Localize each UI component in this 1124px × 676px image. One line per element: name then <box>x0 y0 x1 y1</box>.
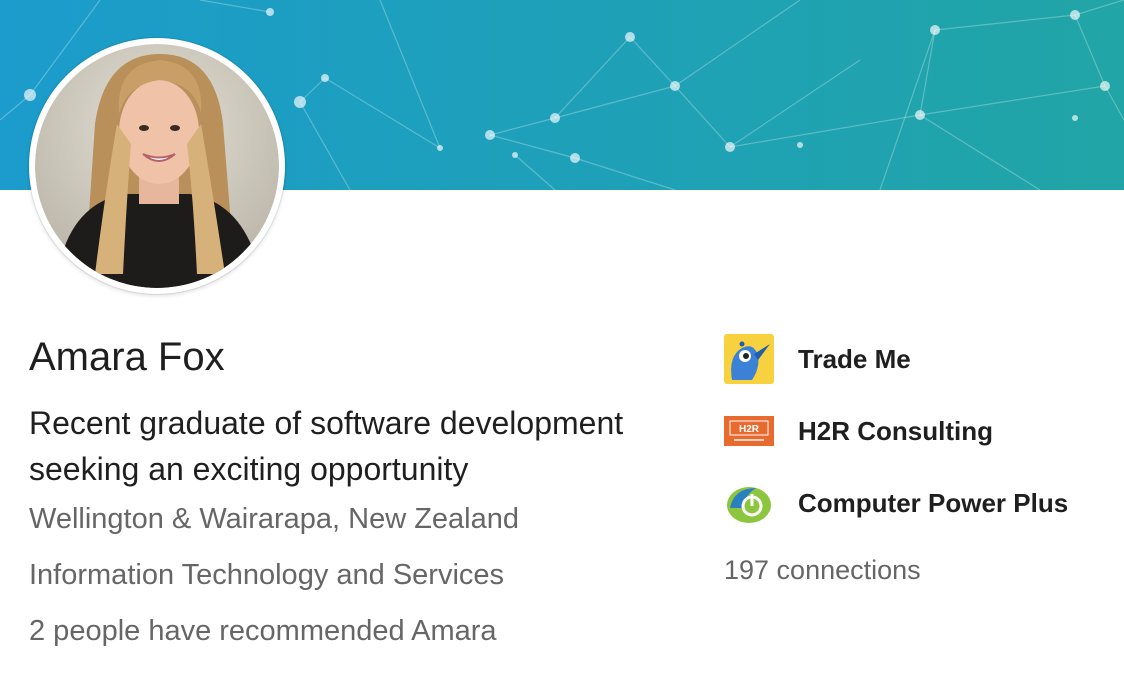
h2r-consulting-logo: H2R <box>724 416 774 446</box>
computer-power-plus-logo <box>727 487 771 523</box>
company-label: Computer Power Plus <box>798 487 1069 518</box>
avatar <box>35 44 279 288</box>
profile-location: Wellington & Wairarapa, New Zealand <box>29 503 520 535</box>
profile-headline: Recent graduate of software development … <box>29 405 624 487</box>
company-label: Trade Me <box>798 343 911 374</box>
company-label: H2R Consulting <box>798 415 993 446</box>
company-computer-power-plus[interactable]: Computer Power Plus <box>724 478 1068 528</box>
company-h2r-consulting[interactable]: H2R H2R Consulting <box>724 406 993 456</box>
profile-photo[interactable] <box>29 38 285 294</box>
trade-me-kiwi-logo <box>724 334 774 384</box>
profile-industry: Information Technology and Services <box>29 559 505 591</box>
profile-name: Amara Fox <box>29 335 225 379</box>
connections-count[interactable]: 197 connections <box>724 555 921 586</box>
h2r-logo-text: H2R <box>739 424 760 435</box>
recommendations-count[interactable]: 2 people have recommended Amara <box>29 615 497 648</box>
company-trade-me[interactable]: Trade Me <box>724 334 911 384</box>
